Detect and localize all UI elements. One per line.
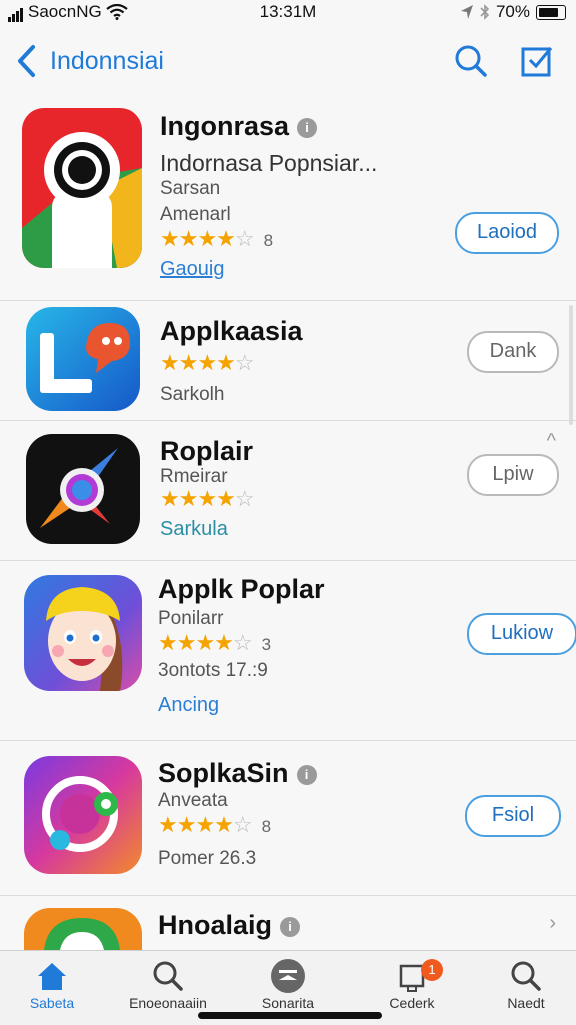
search-icon	[511, 961, 541, 991]
app-category: Rmeirar	[160, 466, 228, 487]
battery-icon	[536, 4, 566, 20]
divider	[0, 560, 576, 561]
get-button[interactable]: Lpiw	[467, 454, 559, 496]
rating-count: 8	[261, 817, 272, 836]
tab-updates[interactable]: 1 Cederk	[357, 957, 467, 1011]
get-button[interactable]: Lukiow	[467, 613, 576, 655]
app-developer: Amenarl	[160, 204, 231, 225]
search-icon	[153, 961, 183, 991]
app-name: SoplkaSin i	[158, 758, 317, 789]
app-size: Pomer 26.3	[158, 848, 257, 869]
star-rating: ★★★★☆	[160, 486, 255, 511]
divider	[0, 300, 576, 301]
tab-badge: 1	[421, 959, 443, 981]
app-name: Hnoalaig i	[158, 910, 301, 941]
app-size: 3ontots 17.:9	[158, 660, 268, 681]
navigation-bar: Indonnsiai	[0, 38, 576, 88]
compose-icon[interactable]	[520, 44, 554, 78]
tab-search[interactable]: Enoeonaaiin	[113, 957, 223, 1011]
app-icon	[26, 307, 140, 411]
app-category: Sarsan	[160, 178, 221, 199]
app-category: Anveata	[158, 790, 228, 811]
app-name: Ingonrasa i	[160, 111, 318, 142]
get-button[interactable]: Fsiol	[465, 795, 561, 837]
back-label: Indonnsiai	[50, 46, 164, 75]
tab-label: Sonarita	[261, 995, 315, 1011]
app-link[interactable]: Gaouig	[160, 258, 225, 281]
app-name: Roplair	[160, 436, 254, 466]
get-button[interactable]: Dank	[467, 331, 559, 373]
scrollbar[interactable]	[569, 305, 573, 425]
app-developer: Sarkula	[160, 518, 228, 540]
tab-search-alt[interactable]: Naedt	[471, 957, 576, 1011]
chevron-up-icon[interactable]: ^	[547, 430, 556, 453]
divider	[0, 740, 576, 741]
status-bar: SaocnNG 13:31M 70%	[0, 0, 576, 24]
info-icon[interactable]: i	[297, 117, 318, 138]
app-name: Applk Poplar	[158, 574, 325, 604]
chevron-right-icon[interactable]: ›	[549, 912, 556, 935]
app-link[interactable]: Ancing	[158, 694, 219, 717]
app-category: Sarkolh	[160, 384, 225, 405]
back-button[interactable]: Indonnsiai	[16, 44, 164, 78]
rating-count: 3	[261, 635, 272, 654]
get-button[interactable]: Laoiod	[455, 212, 559, 254]
home-icon	[38, 963, 66, 990]
star-rating: ★★★★☆ 8	[160, 226, 274, 251]
app-icon	[24, 908, 142, 950]
apps-icon	[271, 959, 305, 993]
star-rating: ★★★★☆	[160, 350, 255, 375]
location-icon	[460, 5, 473, 19]
app-name: Applkaasia	[160, 316, 303, 346]
star-rating: ★★★★☆ 3	[158, 630, 272, 655]
rating-count: 8	[263, 231, 274, 250]
chevron-left-icon	[18, 45, 35, 77]
app-icon	[22, 108, 142, 268]
tab-center[interactable]: Sonarita	[233, 957, 343, 1011]
divider	[0, 420, 576, 421]
tab-today[interactable]: Sabeta	[0, 957, 107, 1011]
app-icon	[24, 756, 142, 874]
info-icon[interactable]: i	[280, 916, 301, 937]
app-category: Ponilarr	[158, 608, 224, 629]
app-icon	[26, 434, 140, 544]
tab-label: Enoeonaaiin	[129, 995, 207, 1011]
divider	[0, 895, 576, 896]
tab-label: Sabeta	[29, 995, 75, 1011]
star-rating: ★★★★☆ 8	[158, 812, 272, 837]
battery-percent: 70%	[495, 2, 530, 21]
app-subtitle: Indornasa Popnsiar...	[160, 150, 378, 176]
search-icon[interactable]	[454, 44, 488, 78]
info-icon[interactable]: i	[296, 764, 317, 785]
home-indicator[interactable]	[198, 1012, 382, 1019]
tab-label: Naedt	[507, 995, 545, 1011]
bluetooth-icon	[480, 4, 490, 20]
app-icon	[24, 575, 142, 691]
tab-label: Cederk	[389, 995, 435, 1011]
